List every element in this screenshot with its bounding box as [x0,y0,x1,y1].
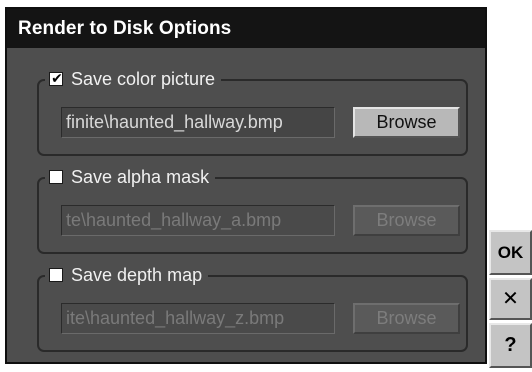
save-color-label[interactable]: Save color picture [71,67,215,91]
save-alpha-label[interactable]: Save alpha mask [71,165,209,189]
color-path-field[interactable]: finite\haunted_hallway.bmp [61,107,335,138]
alpha-browse-button: Browse [353,205,460,236]
close-icon: ✕ [502,288,519,310]
save-alpha-legend: Save alpha mask [45,165,216,189]
save-depth-label[interactable]: Save depth map [71,263,202,287]
check-mark-icon: ✔ [51,70,63,86]
save-depth-checkbox[interactable] [49,268,63,282]
save-alpha-checkbox[interactable] [49,170,63,184]
alpha-path-field: te\haunted_hallway_a.bmp [61,205,335,236]
save-depth-legend: Save depth map [45,263,209,287]
render-to-disk-dialog: Render to Disk Options ✔ Save color pict… [5,7,487,364]
save-depth-group: Save depth map ite\haunted_hallway_z.bmp… [37,263,468,352]
save-color-checkbox[interactable]: ✔ [49,70,63,86]
close-button[interactable]: ✕ [489,278,532,320]
depth-browse-button: Browse [353,303,460,334]
save-color-legend: ✔ Save color picture [45,67,222,91]
ok-button[interactable]: OK [489,230,532,275]
save-alpha-group: Save alpha mask te\haunted_hallway_a.bmp… [37,165,468,254]
save-color-group: ✔ Save color picture finite\haunted_hall… [37,67,468,156]
help-icon: ? [504,334,517,356]
dialog-title: Render to Disk Options [7,9,485,48]
help-button[interactable]: ? [489,323,532,368]
depth-path-field: ite\haunted_hallway_z.bmp [61,303,335,334]
color-browse-button[interactable]: Browse [353,107,460,138]
